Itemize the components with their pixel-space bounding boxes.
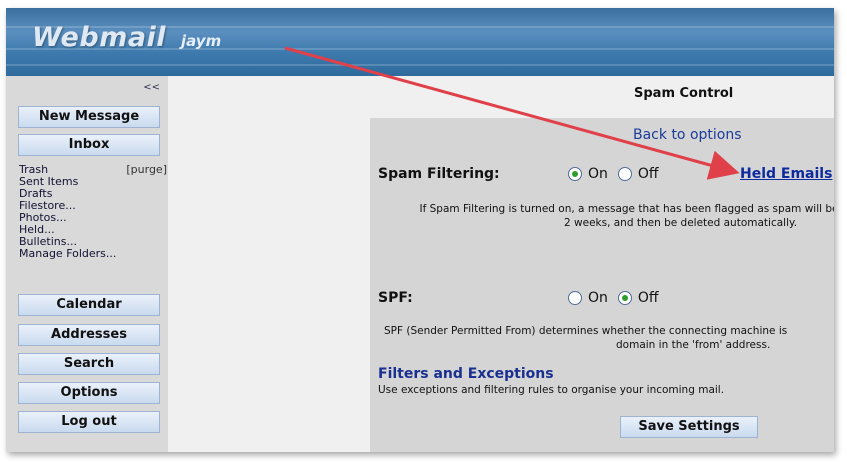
spf-description-line1: SPF (Sender Permitted From) determines w… <box>384 325 788 337</box>
spam-filtering-label: Spam Filtering: <box>378 166 500 182</box>
spf-description-line2: domain in the 'from' address. <box>616 339 771 351</box>
spam-description: If Spam Filtering is turned on, a messag… <box>374 202 835 230</box>
new-message-button[interactable]: New Message <box>18 106 160 128</box>
page-title: Spam Control <box>634 86 734 101</box>
spam-description-line2: 2 weeks, and then be deleted automatical… <box>564 217 798 229</box>
collapse-sidebar-icon[interactable]: << <box>143 82 160 93</box>
spf-off-label: Off <box>637 290 659 306</box>
webmail-window: Webmail jaym << New Message Inbox Trash … <box>6 8 834 452</box>
spf-label: SPF: <box>378 290 413 306</box>
wave-decoration <box>6 64 834 66</box>
username: jaym <box>181 32 222 50</box>
spf-options: On Off <box>568 290 669 306</box>
spam-description-line1: If Spam Filtering is turned on, a messag… <box>419 203 835 215</box>
spam-on-radio[interactable] <box>568 167 582 181</box>
purge-link[interactable]: [purge] <box>126 164 167 176</box>
options-button[interactable]: Options <box>18 382 160 404</box>
spf-on-radio[interactable] <box>568 291 582 305</box>
folder-list: Trash [purge] Sent Items Drafts Filestor… <box>19 164 167 260</box>
folder-manage-folders[interactable]: Manage Folders... <box>19 248 167 260</box>
spam-filtering-options: On Off <box>568 166 669 182</box>
filters-exceptions-link[interactable]: Filters and Exceptions <box>378 366 554 382</box>
inbox-button[interactable]: Inbox <box>18 134 160 156</box>
search-button[interactable]: Search <box>18 353 160 375</box>
calendar-button[interactable]: Calendar <box>18 294 160 316</box>
header-banner: Webmail jaym <box>6 8 834 76</box>
spam-settings-panel: Back to options Spam Filtering: On Off H… <box>370 118 834 452</box>
spam-off-radio[interactable] <box>617 167 632 181</box>
webmail-logo: Webmail <box>32 22 167 53</box>
addresses-button[interactable]: Addresses <box>18 324 160 346</box>
save-settings-button[interactable]: Save Settings <box>620 416 758 438</box>
held-emails-link[interactable]: Held Emails <box>740 166 832 182</box>
main-content: Spam Control Back to options Spam Filter… <box>168 76 834 452</box>
spam-on-label: On <box>588 166 608 182</box>
back-to-options-link[interactable]: Back to options <box>633 127 742 143</box>
filters-description: Use exceptions and filtering rules to or… <box>378 384 725 396</box>
spf-on-label: On <box>588 290 608 306</box>
spam-off-label: Off <box>637 166 659 182</box>
logout-button[interactable]: Log out <box>18 411 160 433</box>
spf-off-radio[interactable] <box>617 291 632 305</box>
spf-description: SPF (Sender Permitted From) determines w… <box>384 324 834 352</box>
sidebar: << New Message Inbox Trash [purge] Sent … <box>6 76 168 452</box>
